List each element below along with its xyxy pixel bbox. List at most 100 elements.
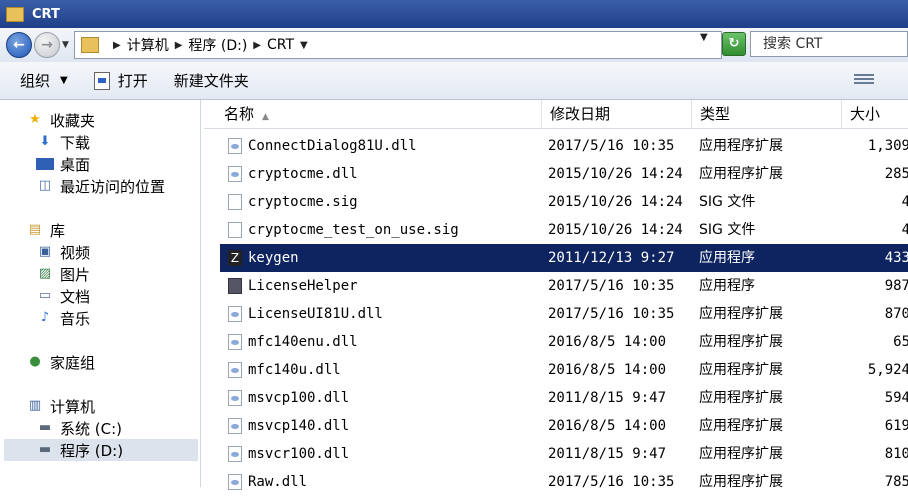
view-options-icon[interactable] (854, 72, 874, 88)
refresh-button[interactable]: ↻ (722, 32, 746, 56)
file-date: 2011/8/15 9:47 (548, 390, 667, 406)
file-name: ConnectDialog81U.dll (248, 138, 417, 154)
chevron-right-icon[interactable]: ▶ (175, 40, 183, 51)
file-row[interactable]: cryptocme.sig 2015/10/26 14:24 SIG 文件 4 (220, 188, 908, 216)
file-row[interactable]: mfc140enu.dll 2016/8/5 14:00 应用程序扩展 65 (220, 328, 908, 356)
nav-label: 音乐 (60, 309, 91, 328)
file-row[interactable]: ConnectDialog81U.dll 2017/5/16 10:35 应用程序扩… (220, 132, 908, 160)
file-name: LicenseUI81U.dll (248, 306, 383, 322)
chevron-down-icon[interactable]: ▼ (300, 40, 308, 51)
file-name-cell: mfc140enu.dll (228, 328, 358, 356)
file-type: SIG 文件 (699, 222, 756, 238)
library-icon: ▤ (28, 222, 42, 237)
nav-videos[interactable]: ▣ 视频 (36, 241, 90, 263)
address-row: ← → ▼ ▶ 计算机 ▶ 程序 (D:) ▶ CRT ▼ ▼ ↻ 搜索 CRT (0, 28, 908, 62)
file-type: 应用程序 (699, 250, 755, 266)
navigation-pane: ★ 收藏夹 ⬇ 下载 桌面 ◫ 最近访问的位置 ▤ 库 ▣ 视频 ▨ 图片 ▭ … (0, 100, 201, 487)
column-name-label: 名称 (224, 105, 255, 123)
sort-ascending-icon: ▲ (262, 112, 269, 122)
nav-documents[interactable]: ▭ 文档 (36, 285, 90, 307)
file-row[interactable]: keygen 2011/12/13 9:27 应用程序 433 (220, 244, 908, 272)
nav-label: 库 (50, 221, 66, 240)
file-name: msvcr100.dll (248, 446, 350, 462)
file-size: 433 (884, 250, 908, 266)
file-row[interactable]: cryptocme_test_on_use.sig 2015/10/26 14:2… (220, 216, 908, 244)
organize-label: 组织 (20, 72, 51, 90)
file-row[interactable]: LicenseUI81U.dll 2017/5/16 10:35 应用程序扩展 870 (220, 300, 908, 328)
file-name: cryptocme.dll (248, 166, 358, 182)
breadcrumb-crt[interactable]: CRT (267, 37, 294, 53)
file-row[interactable]: msvcr100.dll 2011/8/15 9:47 应用程序扩展 810 (220, 440, 908, 468)
file-row[interactable]: mfc140u.dll 2016/8/5 14:00 应用程序扩展 5,924 (220, 356, 908, 384)
file-row[interactable]: Raw.dll 2017/5/16 10:35 应用程序扩展 785 (220, 468, 908, 496)
chevron-right-icon[interactable]: ▶ (253, 40, 261, 51)
file-date: 2015/10/26 14:24 (548, 222, 683, 238)
column-name[interactable]: 名称 ▲ (216, 100, 542, 128)
nav-recent-places[interactable]: ◫ 最近访问的位置 (36, 175, 165, 197)
file-date: 2016/8/5 14:00 (548, 362, 667, 378)
search-input[interactable]: 搜索 CRT (750, 31, 908, 57)
command-bar: 组织 ▼ 打开 新建文件夹 (0, 62, 908, 100)
file-row[interactable]: cryptocme.dll 2015/10/26 14:24 应用程序扩展 285 (220, 160, 908, 188)
open-icon (93, 71, 110, 90)
file-name: cryptocme.sig (248, 194, 358, 210)
nav-homegroup[interactable]: ● 家庭组 (26, 351, 95, 373)
file-date: 2017/5/16 10:35 (548, 474, 675, 490)
nav-libraries[interactable]: ▤ 库 (26, 219, 65, 241)
folder-icon (81, 37, 99, 53)
file-type: 应用程序扩展 (699, 334, 783, 350)
file-size: 4 (901, 194, 908, 210)
address-bar[interactable]: ▶ 计算机 ▶ 程序 (D:) ▶ CRT ▼ (74, 31, 722, 59)
file-name-cell: msvcp140.dll (228, 412, 349, 440)
organize-button[interactable]: 组织 ▼ (20, 70, 68, 91)
nav-desktop[interactable]: 桌面 (36, 153, 90, 175)
dll-icon (228, 138, 242, 154)
chevron-right-icon[interactable]: ▶ (113, 40, 121, 51)
file-date: 2017/5/16 10:35 (548, 138, 675, 154)
column-date[interactable]: 修改日期 (542, 100, 692, 128)
file-name: Raw.dll (248, 474, 308, 490)
breadcrumb-drive-d[interactable]: 程序 (D:) (188, 35, 247, 55)
file-date: 2015/10/26 14:24 (548, 194, 683, 210)
file-type: 应用程序扩展 (699, 362, 783, 378)
open-button[interactable]: 打开 (93, 70, 148, 91)
file-row[interactable]: msvcp140.dll 2016/8/5 14:00 应用程序扩展 619 (220, 412, 908, 440)
nav-drive-d[interactable]: ▬ 程序 (D:) (4, 439, 198, 461)
desktop-icon (36, 158, 54, 170)
file-type: 应用程序扩展 (699, 418, 783, 434)
nav-music[interactable]: ♪ 音乐 (36, 307, 90, 329)
nav-label: 系统 (C:) (60, 419, 122, 438)
back-button[interactable]: ← (6, 32, 32, 58)
address-dropdown-icon[interactable]: ▼ (700, 32, 708, 43)
new-folder-button[interactable]: 新建文件夹 (174, 70, 249, 91)
nav-drive-c[interactable]: ▬ 系统 (C:) (36, 417, 122, 439)
nav-downloads[interactable]: ⬇ 下载 (36, 131, 90, 153)
file-date: 2015/10/26 14:24 (548, 166, 683, 182)
column-size[interactable]: 大小 (842, 100, 908, 128)
column-type[interactable]: 类型 (692, 100, 842, 128)
nav-pictures[interactable]: ▨ 图片 (36, 263, 90, 285)
file-row[interactable]: msvcp100.dll 2011/8/15 9:47 应用程序扩展 594 (220, 384, 908, 412)
file-size: 1,309 (867, 138, 908, 154)
star-icon: ★ (29, 112, 41, 127)
file-size: 870 (884, 306, 908, 322)
dll-icon (228, 390, 242, 406)
column-size-label: 大小 (850, 105, 881, 123)
file-type: 应用程序扩展 (699, 390, 783, 406)
dll-icon (228, 418, 242, 434)
file-type: 应用程序 (699, 278, 755, 294)
file-name-cell: cryptocme.dll (228, 160, 358, 188)
computer-icon: ▥ (28, 398, 42, 413)
breadcrumb-computer[interactable]: 计算机 (127, 35, 169, 55)
forward-button[interactable]: → (34, 32, 60, 58)
file-size: 987 (884, 278, 908, 294)
history-dropdown-icon[interactable]: ▼ (62, 40, 69, 50)
picture-icon: ▨ (38, 266, 52, 281)
nav-favorites[interactable]: ★ 收藏夹 (26, 109, 95, 131)
file-name-cell: LicenseUI81U.dll (228, 300, 383, 328)
file-row[interactable]: LicenseHelper 2017/5/16 10:35 应用程序 987 (220, 272, 908, 300)
arrow-left-icon: ← (13, 37, 25, 53)
nav-computer[interactable]: ▥ 计算机 (26, 395, 95, 417)
drive-icon: ▬ (38, 442, 52, 457)
nav-label: 程序 (D:) (60, 441, 124, 460)
